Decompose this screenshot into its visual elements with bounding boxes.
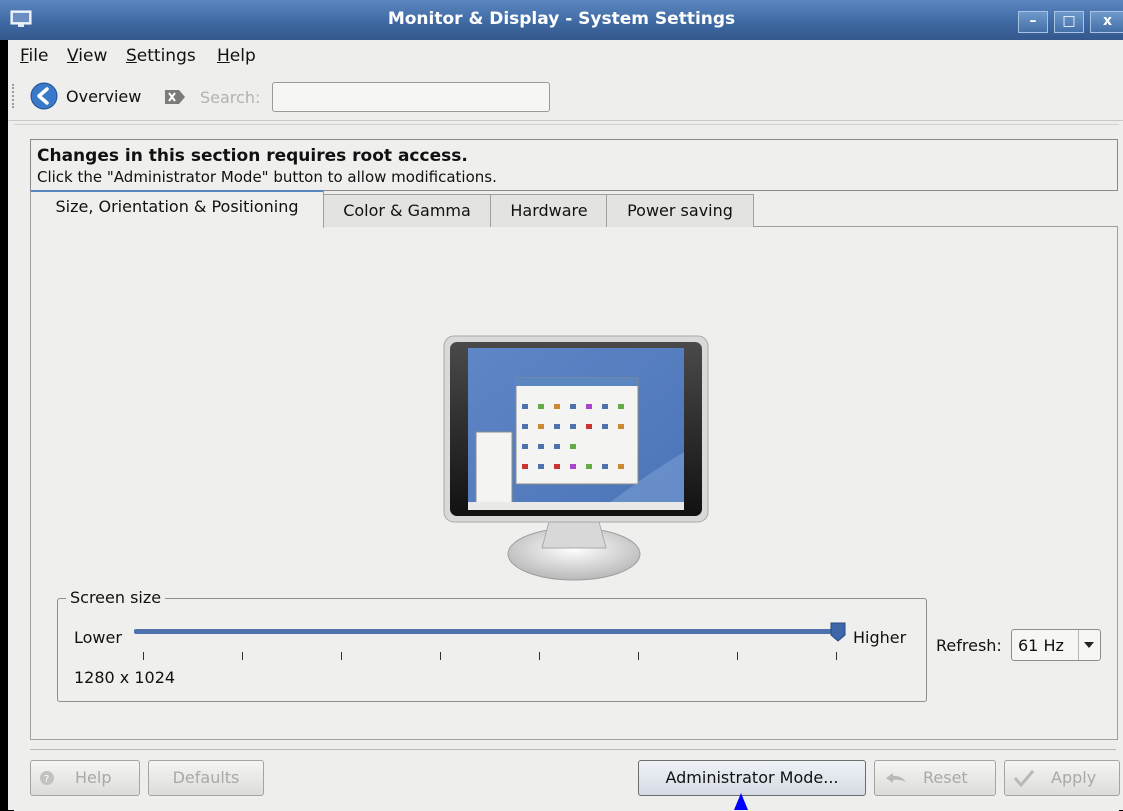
slider-tick <box>143 652 144 660</box>
menu-view[interactable]: View <box>67 46 107 66</box>
menu-bar: File View Settings Help <box>8 40 1123 72</box>
menu-help[interactable]: Help <box>217 46 256 66</box>
higher-label: Higher <box>853 628 907 647</box>
svg-text:?: ? <box>44 774 49 785</box>
tab-label: Power saving <box>627 201 733 220</box>
screen-size-slider-track[interactable] <box>134 629 844 634</box>
refresh-rate-select[interactable]: 61 Hz <box>1011 629 1101 661</box>
apply-label: Apply <box>1051 768 1097 787</box>
tab-color-gamma[interactable]: Color & Gamma <box>322 194 492 227</box>
administrator-mode-label: Administrator Mode... <box>665 768 839 787</box>
minimize-button[interactable]: – <box>1018 11 1048 33</box>
checkmark-icon <box>1013 770 1035 787</box>
tab-label: Size, Orientation & Positioning <box>55 197 299 216</box>
reset-label: Reset <box>923 768 968 787</box>
tab-label: Color & Gamma <box>343 201 471 220</box>
screen-size-group <box>57 598 927 702</box>
toolbar: Overview Search: <box>8 72 1123 121</box>
resolution-value: 1280 x 1024 <box>74 668 176 687</box>
overview-label: Overview <box>66 87 142 106</box>
bottom-separator <box>30 749 1116 750</box>
mouse-cursor-icon <box>734 793 748 810</box>
menu-file[interactable]: File <box>20 46 48 66</box>
screen-size-slider-handle[interactable] <box>830 622 846 642</box>
search-input[interactable] <box>272 82 550 112</box>
maximize-button[interactable]: □ <box>1054 11 1084 33</box>
apply-button[interactable]: Apply <box>1004 760 1120 796</box>
screen-size-group-title: Screen size <box>66 588 166 607</box>
back-arrow-icon <box>30 82 58 110</box>
slider-tick <box>539 652 540 660</box>
root-access-notice: Changes in this section requires root ac… <box>30 139 1118 191</box>
tab-power-saving[interactable]: Power saving <box>606 194 754 227</box>
tab-hardware[interactable]: Hardware <box>490 194 608 227</box>
slider-tick <box>341 652 342 660</box>
slider-tick <box>638 652 639 660</box>
notice-heading: Changes in this section requires root ac… <box>37 146 468 166</box>
search-label: Search: <box>200 88 261 107</box>
refresh-rate-value: 61 Hz <box>1018 636 1064 655</box>
tab-size-orientation[interactable]: Size, Orientation & Positioning <box>30 190 324 228</box>
help-icon: ? <box>40 771 54 785</box>
title-bar[interactable]: Monitor & Display - System Settings – □ … <box>0 0 1123 40</box>
defaults-label: Defaults <box>172 768 240 787</box>
select-divider <box>1078 630 1079 660</box>
toolbar-handle[interactable] <box>12 84 17 108</box>
defaults-button[interactable]: Defaults <box>148 760 264 796</box>
reset-arrow-icon <box>886 773 906 783</box>
refresh-label: Refresh: <box>936 636 1002 655</box>
administrator-mode-button[interactable]: Administrator Mode... <box>638 760 866 796</box>
menu-settings[interactable]: Settings <box>126 46 196 66</box>
notice-body: Click the "Administrator Mode" button to… <box>37 168 497 186</box>
slider-tick <box>836 652 837 660</box>
help-label: Help <box>75 768 112 787</box>
close-button[interactable]: x <box>1090 11 1123 33</box>
window-title: Monitor & Display - System Settings <box>387 9 736 29</box>
slider-tick <box>737 652 738 660</box>
lower-label: Lower <box>74 628 122 647</box>
reset-button[interactable]: Reset <box>874 760 996 796</box>
chevron-down-icon <box>1084 642 1094 648</box>
slider-tick <box>242 652 243 660</box>
slider-tick <box>440 652 441 660</box>
tab-label: Hardware <box>510 201 588 220</box>
help-button[interactable]: ? Help <box>30 760 140 796</box>
clear-search-icon[interactable] <box>164 88 186 106</box>
monitor-preview <box>443 335 709 581</box>
